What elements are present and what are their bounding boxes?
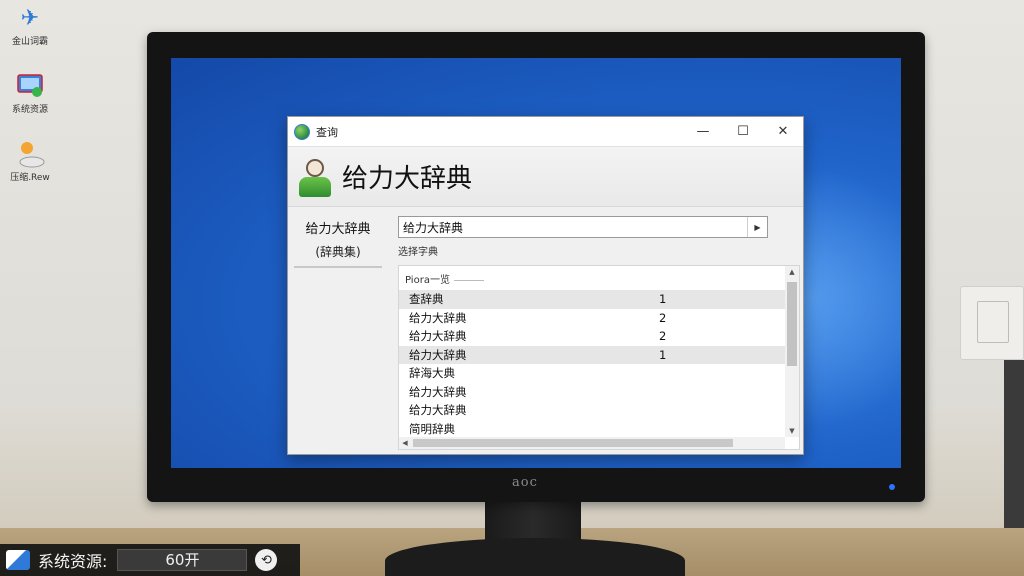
list-item-word: 简明辞典: [409, 421, 455, 436]
maximize-button[interactable]: ☐: [723, 117, 763, 147]
app-title: 给力大辞典: [342, 164, 473, 194]
desktop-icon-2[interactable]: 系统资源: [0, 70, 60, 115]
refresh-icon[interactable]: ⟲: [255, 549, 278, 571]
desktop-icon-label: 压缩.Rew: [10, 173, 50, 183]
screen: 查询 — ☐ ✕ 给力大辞典 给力大辞典 (辞典集) 给力大辞典 ▶ 选择字典 …: [171, 58, 901, 468]
app-logo-icon: [296, 157, 334, 197]
side-device: [1004, 360, 1024, 540]
dictionary-select[interactable]: 给力大辞典 ▶: [398, 216, 768, 238]
sidebar-item-dictionary[interactable]: 给力大辞典: [294, 218, 382, 237]
desktop-icon-3[interactable]: 压缩.Rew: [0, 138, 60, 183]
status-value: 60开: [117, 549, 248, 571]
monitor: aoc 查询 — ☐ ✕ 给力大辞典 给力大辞典 (辞典集) 给力大辞典 ▶ 选…: [147, 32, 925, 502]
scroll-left-icon[interactable]: ◀: [399, 437, 411, 449]
list-item-count: 2: [659, 329, 667, 344]
app-header: 给力大辞典: [288, 147, 803, 207]
main-panel: 给力大辞典 ▶ 选择字典 Piora一览 查辞典 1 给力大辞典 2 给力大辞典 2 给力大…: [388, 208, 803, 454]
window-title: 查询: [316, 125, 338, 139]
list-item-word: 给力大辞典: [409, 384, 467, 399]
minimize-button[interactable]: —: [683, 117, 723, 147]
list-item-word: 给力大辞典: [409, 403, 467, 418]
app-globe-icon: [294, 123, 310, 140]
list-item-word: 查辞典: [409, 292, 444, 307]
entry-list[interactable]: Piora一览 查辞典 1 给力大辞典 2 给力大辞典 2 给力大辞典 1 辞海大典 给力大辞典给…: [398, 265, 800, 450]
list-item[interactable]: 给力大辞典: [399, 401, 785, 420]
list-item-count: 1: [659, 347, 667, 362]
list-item[interactable]: 简明辞典: [399, 420, 785, 439]
list-item-word: 给力大辞典: [409, 347, 467, 362]
list-rows: 查辞典 1 给力大辞典 2 给力大辞典 2 给力大辞典 1 辞海大典 给力大辞典 给力大辞典 简明辞典…: [399, 290, 785, 449]
sidebar: 给力大辞典 (辞典集): [288, 208, 388, 454]
desktop-icon-1[interactable]: ✈ 金山词霸: [0, 2, 60, 48]
monitor-stand-base: [385, 538, 685, 576]
list-item-count: 2: [659, 310, 667, 325]
app-window: 查询 — ☐ ✕ 给力大辞典 给力大辞典 (辞典集) 给力大辞典 ▶ 选择字典 …: [287, 116, 804, 455]
scroll-down-icon[interactable]: ▼: [785, 425, 799, 437]
content-area: 给力大辞典 (辞典集) 给力大辞典 ▶ 选择字典 Piora一览 查辞典 1 给力大…: [288, 208, 803, 454]
list-item[interactable]: 给力大辞典 1: [399, 345, 785, 364]
scroll-up-icon[interactable]: ▲: [785, 266, 799, 278]
computer-icon: [13, 70, 47, 102]
list-item[interactable]: 给力大辞典: [399, 383, 785, 402]
status-label: 系统资源:: [38, 552, 108, 571]
horizontal-scroll-thumb[interactable]: [413, 439, 733, 447]
list-item[interactable]: 辞海大典: [399, 364, 785, 383]
desktop-icon-label: 系统资源: [11, 105, 48, 115]
dictionary-select-value: 给力大辞典: [403, 220, 464, 235]
list-item-word: 给力大辞典: [409, 310, 467, 325]
list-item[interactable]: 给力大辞典 2: [399, 327, 785, 346]
horizontal-scrollbar[interactable]: ◀: [399, 437, 785, 449]
sidebar-divider: [294, 266, 382, 268]
close-button[interactable]: ✕: [763, 117, 803, 147]
sidebar-item-collection[interactable]: (辞典集): [294, 243, 382, 260]
list-item[interactable]: 给力大辞典 2: [399, 309, 785, 328]
title-bar[interactable]: 查询 — ☐ ✕: [288, 117, 803, 147]
desktop-icon-label: 金山词霸: [11, 37, 48, 47]
wall-switch: [960, 286, 1024, 360]
select-hint: 选择字典: [398, 247, 438, 258]
vertical-scroll-thumb[interactable]: [787, 282, 797, 366]
vertical-scrollbar[interactable]: ▲ ▼: [785, 266, 799, 437]
status-bar: 系统资源: 60开 ⟲: [0, 544, 300, 576]
power-led: [889, 484, 895, 490]
list-header: Piora一览: [399, 266, 799, 289]
list-item[interactable]: 查辞典 1: [399, 290, 785, 309]
app-shortcut-icon: ✈: [20, 5, 40, 31]
list-item-count: 1: [659, 292, 667, 307]
list-item-word: 辞海大典: [409, 366, 455, 381]
dropdown-arrow-icon[interactable]: ▶: [747, 217, 767, 237]
user-icon: [13, 138, 47, 170]
list-item-word: 给力大辞典: [409, 329, 467, 344]
monitor-brand: aoc: [512, 475, 538, 490]
status-app-icon: [6, 550, 30, 570]
